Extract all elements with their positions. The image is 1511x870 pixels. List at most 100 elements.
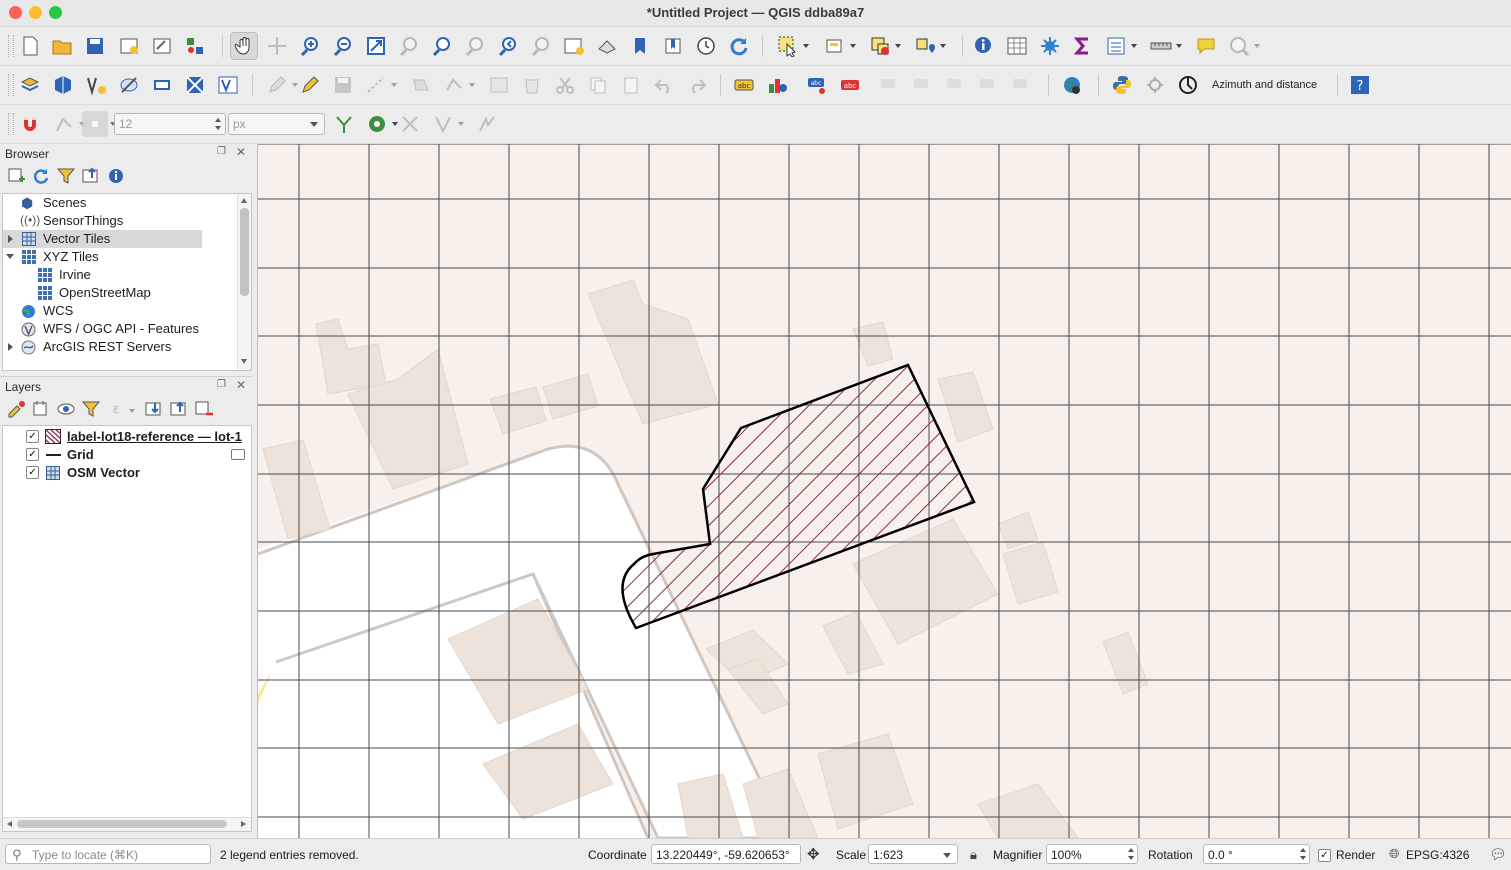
move-label-icon[interactable] — [877, 72, 903, 98]
browser-item-wcs[interactable]: WCS — [3, 302, 251, 320]
azimuth-distance-icon[interactable] — [1175, 72, 1201, 98]
collapse-arrow-icon[interactable] — [6, 254, 14, 259]
pin-labels-icon[interactable]: abc — [804, 72, 830, 98]
new-bookmark-icon[interactable] — [627, 33, 653, 59]
crs-button[interactable]: EPSG:4326 — [1406, 848, 1469, 862]
open-layer-styling-icon[interactable] — [5, 398, 27, 420]
zoom-full-icon[interactable] — [363, 33, 389, 59]
layer-row-grid[interactable]: ✓ Grid — [3, 446, 251, 464]
select-by-location-icon[interactable] — [912, 33, 946, 59]
open-project-icon[interactable] — [49, 33, 75, 59]
attribute-form-icon[interactable] — [1103, 33, 1137, 59]
change-label-icon[interactable] — [943, 72, 969, 98]
new-shapefile-layer-icon[interactable] — [83, 72, 109, 98]
map-tips-icon[interactable] — [1193, 33, 1219, 59]
current-edits-icon[interactable] — [297, 72, 323, 98]
rotation-field[interactable]: 0.0 ° — [1203, 844, 1310, 864]
scrollbar-thumb[interactable] — [17, 820, 227, 828]
crs-globe-icon[interactable]: 🌐︎ — [1389, 846, 1399, 862]
coordinate-field[interactable]: 13.220449°, -59.620653° — [651, 844, 801, 864]
collapse-all-layers-icon[interactable] — [168, 398, 190, 420]
label-callout-icon[interactable] — [1009, 72, 1035, 98]
vertex-tool-icon[interactable] — [441, 72, 475, 98]
snap-intersection-icon[interactable] — [364, 111, 398, 137]
zoom-out-icon[interactable] — [330, 33, 356, 59]
new-virtual-layer-icon[interactable] — [149, 72, 175, 98]
zoom-native-icon[interactable] — [462, 33, 488, 59]
tracing-icon[interactable] — [474, 111, 500, 137]
plugin-tool-icon[interactable] — [1142, 72, 1168, 98]
temporal-controller-icon[interactable] — [693, 33, 719, 59]
pan-to-selection-icon[interactable] — [264, 33, 290, 59]
browser-item-openstreetmap[interactable]: OpenStreetMap — [3, 284, 251, 302]
scrollbar-thumb[interactable] — [240, 208, 249, 296]
self-snapping-icon[interactable] — [397, 111, 423, 137]
browser-item-vector-tiles[interactable]: Vector Tiles — [3, 230, 202, 248]
zoom-to-selection-icon[interactable] — [396, 33, 422, 59]
layer-diagram-icon[interactable] — [764, 72, 790, 98]
toolbox-icon[interactable] — [1037, 33, 1063, 59]
browser-item-sensorthings[interactable]: ((•)) SensorThings — [3, 212, 251, 230]
measure-line-icon[interactable] — [1148, 33, 1182, 59]
scroll-up-icon[interactable] — [241, 198, 247, 203]
move-diagram-icon[interactable] — [976, 72, 1002, 98]
lock-icon[interactable]: 🔒︎ — [970, 847, 977, 863]
digitize-line-icon[interactable] — [363, 72, 397, 98]
python-console-icon[interactable] — [1109, 72, 1135, 98]
new-project-icon[interactable] — [17, 33, 43, 59]
deselect-features-icon[interactable] — [867, 33, 901, 59]
refresh-icon[interactable] — [726, 33, 752, 59]
rotation-spinner[interactable] — [1297, 844, 1309, 864]
new-geopackage-layer-icon[interactable] — [50, 72, 76, 98]
chevron-down-icon[interactable] — [943, 853, 951, 858]
mouse-extent-toggle-icon[interactable]: ✥ — [807, 845, 820, 863]
style-manager-icon[interactable] — [182, 33, 208, 59]
show-hide-labels-icon[interactable]: abc — [837, 72, 863, 98]
layer-visibility-checkbox[interactable]: ✓ — [26, 466, 39, 479]
snapping-mode-icon[interactable] — [51, 111, 85, 137]
float-panel-icon[interactable]: ❐ — [217, 379, 226, 390]
zoom-next-icon[interactable] — [528, 33, 554, 59]
redo-icon[interactable] — [684, 72, 710, 98]
browser-item-wfs-ogc-api[interactable]: WFS / OGC API - Features — [3, 320, 251, 338]
map-canvas[interactable] — [257, 144, 1511, 838]
toolbar-grip[interactable] — [8, 74, 14, 96]
layer-visibility-checkbox[interactable]: ✓ — [26, 448, 39, 461]
new-print-layout-icon[interactable] — [116, 33, 142, 59]
magnifier-spinner[interactable] — [1125, 844, 1137, 864]
save-project-icon[interactable] — [82, 33, 108, 59]
close-panel-icon[interactable]: ✕ — [236, 378, 246, 392]
refresh-browser-icon[interactable] — [30, 165, 52, 187]
tolerance-spinner[interactable] — [212, 114, 224, 134]
snapping-tolerance-input[interactable]: 12 — [114, 113, 226, 135]
paste-features-icon[interactable] — [618, 72, 644, 98]
new-3d-map-view-icon[interactable] — [594, 33, 620, 59]
zoom-to-layer-icon[interactable] — [429, 33, 455, 59]
scroll-down-icon[interactable] — [241, 359, 247, 364]
help-icon[interactable]: ? — [1347, 72, 1373, 98]
new-temporary-scratch-layer-icon[interactable] — [215, 72, 241, 98]
select-features-icon[interactable] — [775, 33, 809, 59]
new-mesh-layer-icon[interactable] — [182, 72, 208, 98]
save-layer-edits-icon[interactable] — [330, 72, 356, 98]
locator-icon[interactable] — [1226, 33, 1260, 59]
expand-arrow-icon[interactable] — [8, 235, 13, 243]
browser-item-arcgis-rest[interactable]: ArcGIS REST Servers — [3, 338, 251, 356]
toggle-editing-icon[interactable] — [264, 72, 298, 98]
toolbar-grip[interactable] — [8, 35, 14, 57]
identify-features-icon[interactable] — [971, 33, 997, 59]
browser-item-scenes[interactable]: ⬢ Scenes — [3, 194, 251, 212]
globe-plugin-icon[interactable] — [1059, 72, 1085, 98]
layout-manager-icon[interactable] — [149, 33, 175, 59]
copy-features-icon[interactable] — [585, 72, 611, 98]
browser-scrollbar[interactable] — [237, 194, 251, 370]
topological-editing-icon[interactable] — [331, 111, 357, 137]
manage-map-themes-icon[interactable] — [55, 398, 77, 420]
layer-visibility-checkbox[interactable]: ✓ — [26, 430, 39, 443]
delete-selected-icon[interactable] — [519, 72, 545, 98]
undo-icon[interactable] — [651, 72, 677, 98]
snapping-type-icon[interactable] — [82, 111, 116, 137]
data-source-manager-icon[interactable] — [17, 72, 43, 98]
browser-item-irvine[interactable]: Irvine — [3, 266, 251, 284]
zoom-last-icon[interactable] — [495, 33, 521, 59]
